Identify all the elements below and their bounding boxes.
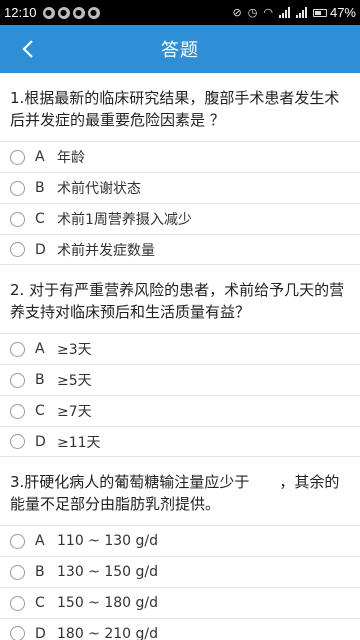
option-letter: C <box>35 403 45 419</box>
radio-button-icon[interactable] <box>10 533 25 549</box>
notification-icon: ● <box>87 6 100 19</box>
option-letter: C <box>35 211 45 227</box>
status-right-group: ⊘ ◷ ◠ 47% <box>233 5 356 20</box>
option-letter: A <box>35 341 45 357</box>
answer-option[interactable]: C ≥7天 <box>0 395 360 426</box>
back-button[interactable] <box>8 25 48 73</box>
notification-icon: ● <box>72 6 85 19</box>
option-list: A ≥3天 B ≥5天 C ≥7天 D ≥11天 <box>0 333 360 457</box>
answer-option[interactable]: C 术前1周营养摄入减少 <box>0 203 360 234</box>
option-letter: B <box>35 372 45 388</box>
option-letter: B <box>35 180 45 196</box>
battery-indicator: 47% <box>312 5 356 20</box>
answer-option[interactable]: A 110 ~ 130 g/d <box>0 525 360 556</box>
signal-icon <box>278 7 290 18</box>
answer-option[interactable]: B ≥5天 <box>0 364 360 395</box>
answer-option[interactable]: D 术前并发症数量 <box>0 234 360 265</box>
question-text: 1.根据最新的临床研究结果，腹部手术患者发生术后并发症的最重要危险因素是 ？ <box>10 89 340 129</box>
option-letter: D <box>35 625 46 640</box>
notification-icon: ● <box>57 6 70 19</box>
option-list: A 年龄 B 术前代谢状态 C 术前1周营养摄入减少 D 术前并发症数量 <box>0 141 360 265</box>
radio-button-icon[interactable] <box>10 242 25 257</box>
option-letter: A <box>35 149 45 165</box>
question-list[interactable]: 1.根据最新的临床研究结果，腹部手术患者发生术后并发症的最重要危险因素是 ？ A 年… <box>0 73 360 640</box>
option-text: ≥3天 <box>57 342 92 358</box>
question-block: 2. 对于有严重营养风险的患者，术前给予几天的营养支持对临床预后和生活质量有益？… <box>0 265 360 457</box>
battery-percent: 47% <box>329 5 356 20</box>
answer-option[interactable]: C 150 ~ 180 g/d <box>0 587 360 618</box>
radio-button-icon[interactable] <box>10 372 25 388</box>
option-text: 术前并发症数量 <box>57 242 155 259</box>
option-text: 术前代谢状态 <box>57 181 141 197</box>
radio-button-icon[interactable] <box>10 180 25 196</box>
app-bar: 答题 <box>0 25 360 73</box>
option-text: ≥5天 <box>57 373 92 389</box>
question-text: 2. 对于有严重营养风险的患者，术前给予几天的营养支持对临床预后和生活质量有益？ <box>10 281 345 321</box>
mute-icon: ⊘ <box>232 6 242 19</box>
option-text: 150 ~ 180 g/d <box>57 595 159 611</box>
option-text: ≥7天 <box>57 404 92 420</box>
option-text: 年龄 <box>57 150 85 166</box>
notification-icon: ● <box>42 6 55 19</box>
option-letter: D <box>35 241 46 258</box>
answer-option[interactable]: A 年龄 <box>0 141 360 172</box>
radio-button-icon[interactable] <box>10 564 25 580</box>
radio-button-icon[interactable] <box>10 403 25 419</box>
option-list: A 110 ~ 130 g/d B 130 ~ 150 g/d C 150 ~ 180 g… <box>0 525 360 640</box>
alarm-icon: ◷ <box>247 6 258 19</box>
option-text: 110 ~ 130 g/d <box>57 533 159 549</box>
option-letter: A <box>35 533 45 549</box>
question-block: 1.根据最新的临床研究结果，腹部手术患者发生术后并发症的最重要危险因素是 ？ A 年… <box>0 73 360 265</box>
question-text: 3.肝硬化病人的葡萄糖输注量应少于 ，其余的能量不足部分由脂肪乳剂提供。 <box>10 473 340 513</box>
option-letter: C <box>35 595 45 611</box>
battery-level <box>314 10 321 15</box>
question-block: 3.肝硬化病人的葡萄糖输注量应少于 ，其余的能量不足部分由脂肪乳剂提供。 A 110… <box>0 457 360 640</box>
answer-option[interactable]: B 术前代谢状态 <box>0 172 360 203</box>
page-title: 答题 <box>161 40 199 61</box>
radio-button-icon[interactable] <box>10 341 25 357</box>
radio-button-icon[interactable] <box>10 149 25 165</box>
option-text: 术前1周营养摄入减少 <box>57 212 192 228</box>
back-arrow-icon <box>22 40 33 58</box>
option-text: ≥11天 <box>57 434 101 451</box>
radio-button-icon[interactable] <box>10 626 25 640</box>
answer-option[interactable]: B 130 ~ 150 g/d <box>0 556 360 587</box>
battery-icon <box>312 8 327 17</box>
option-text: 130 ~ 150 g/d <box>57 564 159 580</box>
answer-option[interactable]: D ≥11天 <box>0 426 360 457</box>
radio-button-icon[interactable] <box>10 211 25 227</box>
radio-button-icon[interactable] <box>10 434 25 449</box>
answer-option[interactable]: A ≥3天 <box>0 333 360 364</box>
status-bar: 12:10 ● ● ● ● ⊘ ◷ ◠ 47% <box>0 0 360 25</box>
status-time: 12:10 <box>4 5 37 20</box>
answer-option[interactable]: D 180 ~ 210 g/d <box>0 618 360 640</box>
option-letter: B <box>35 564 45 580</box>
radio-button-icon[interactable] <box>10 595 25 611</box>
option-letter: D <box>35 433 46 450</box>
signal-icon <box>295 7 307 18</box>
option-text: 180 ~ 210 g/d <box>57 625 159 640</box>
wifi-icon: ◠ <box>263 6 273 19</box>
